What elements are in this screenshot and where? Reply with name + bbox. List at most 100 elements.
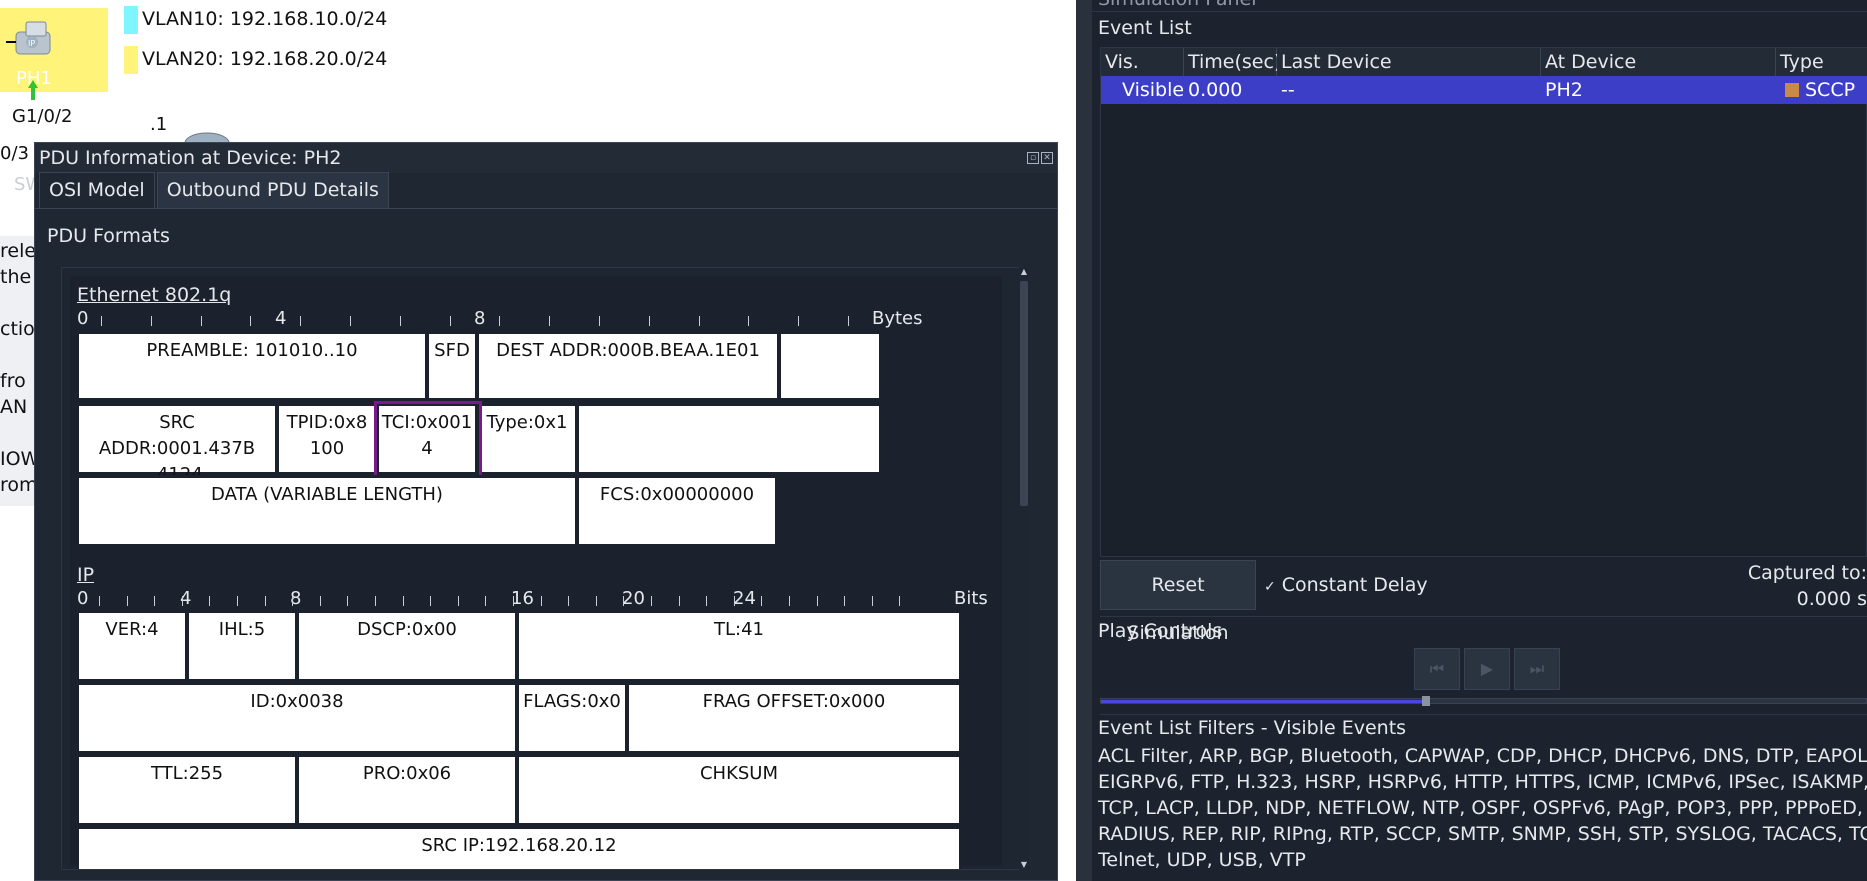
ruler-tick [899,596,901,606]
ruler-tick [748,316,750,326]
ethernet-ruler-mark: 8 [474,308,486,329]
ethernet-ruler-mark: 0 [77,308,89,329]
ruler-tick [126,596,128,606]
legend-vlan20: VLAN20: 192.168.20.0/24 [142,48,388,70]
event-at-device: PH2 [1545,79,1583,101]
ethernet-section-title: Ethernet 802.1q [77,284,232,306]
field-blank [576,403,882,475]
link-arrow-icon [28,80,38,100]
ip-ruler-mark: 16 [511,588,534,609]
field-pro: PRO:0x06 [296,754,518,826]
event-type: SCCP [1785,76,1855,104]
ip-section-title: IP [77,564,95,586]
field-type: Type:0x1 [476,403,578,475]
ruler-tick [706,596,708,606]
restore-icon[interactable]: ▫ [1027,152,1039,164]
field-fcs: FCS:0x00000000 [576,475,778,547]
ruler-tick [264,596,266,606]
port-label: G1/0/2 [12,106,73,127]
col-header-at-device[interactable]: At Device [1541,48,1776,76]
ruler-tick [648,316,650,326]
panel-splitter[interactable] [1076,0,1092,881]
filters-line: ACL Filter, ARP, BGP, Bluetooth, CAPWAP,… [1098,745,1867,767]
ip-suffix-label: .1 [150,114,168,135]
ethernet-ruler-mark: 4 [275,308,287,329]
ruler-tick [209,596,211,606]
ruler-tick [733,596,735,606]
ruler-tick [540,596,542,606]
ruler-tick [375,596,376,606]
separator [1100,616,1867,617]
forward-button[interactable]: ⏭ [1514,648,1560,690]
col-header-vis[interactable]: Vis. [1101,48,1184,76]
check-icon: ✓ [1264,579,1276,595]
pdu-information-window[interactable]: PDU Information at Device: PH2 ▫ ✕ OSI M… [34,142,1058,881]
pdu-window-title: PDU Information at Device: PH2 [39,147,342,169]
play-speed-thumb[interactable] [1422,696,1431,706]
simulation-panel-title: Simulation Panel [1098,0,1257,10]
tab-outbound-pdu-details[interactable]: Outbound PDU Details [156,172,389,208]
field-id: ID:0x0038 [76,682,518,754]
event-list-table[interactable]: Vis. Time(sec) Last Device At Device Typ… [1100,47,1867,557]
event-vis[interactable]: Visible [1122,76,1184,104]
col-header-time[interactable]: Time(sec) [1184,48,1281,76]
ruler-tick [319,596,321,606]
field-ihl: IHL:5 [186,610,298,682]
event-list-label: Event List [1098,17,1192,39]
ruler-tick [678,596,680,606]
field-tpid: TPID:0x8 100 [276,403,378,475]
field-src-ip: SRC IP:192.168.20.12 [76,826,962,869]
ruler-tick [499,316,501,326]
ruler-tick [549,316,551,326]
note-line: rele [0,240,37,262]
scroll-down-icon[interactable]: ▼ [1019,860,1029,870]
field-ttl: TTL:255 [76,754,298,826]
event-last-device: -- [1281,79,1295,101]
ruler-tick [154,596,156,606]
event-row[interactable]: Visible 0.000 -- PH2 SCCP [1101,76,1867,104]
col-header-last-device[interactable]: Last Device [1277,48,1541,76]
pdu-formats-scroll-area[interactable]: Ethernet 802.1q 0 4 8 Bytes PREAMBLE: 10… [61,267,1029,870]
field-src-addr: SRC ADDR:0001.437B .4124 [76,403,278,485]
tab-osi-model[interactable]: OSI Model [39,172,155,208]
play-button[interactable]: ▶ [1464,648,1510,690]
ruler-tick [651,596,652,606]
pdu-titlebar[interactable]: PDU Information at Device: PH2 ▫ ✕ [35,143,1057,173]
field-chksum: CHKSUM [516,754,962,826]
separator [1100,714,1867,715]
note-line: ctio [0,318,35,340]
ruler-tick [250,316,252,326]
ruler-tick [848,316,849,326]
ruler-tick [181,596,183,606]
legend-swatch-vlan10 [124,6,138,34]
pdu-tabs: OSI Model Outbound PDU Details [35,172,1057,209]
ip-phone-icon[interactable]: IP [6,18,60,66]
ruler-tick [347,596,349,606]
field-ver: VER:4 [76,610,188,682]
ruler-tick [568,596,570,606]
constant-delay-checkbox[interactable]: ✓ Constant Delay [1264,574,1428,596]
ruler-tick [350,316,351,326]
play-speed-slider[interactable] [1100,696,1867,706]
play-controls-label: Play Controls [1098,620,1223,642]
reset-simulation-button[interactable]: Reset Simulation [1100,560,1256,644]
scroll-up-icon[interactable]: ▲ [1019,267,1029,277]
ruler-tick [844,596,846,606]
note-line: the [0,266,32,288]
scroll-thumb[interactable] [1020,281,1028,506]
ruler-tick [457,596,459,606]
pdu-vertical-scrollbar[interactable]: ▲ ▼ [1019,267,1029,870]
ruler-tick [871,596,873,606]
ruler-tick [292,596,294,606]
field-data: DATA (VARIABLE LENGTH) [76,475,578,547]
ruler-tick [623,596,625,606]
close-icon[interactable]: ✕ [1041,152,1053,164]
legend-swatch-vlan20 [124,46,138,74]
panel-title-separator [1092,11,1867,12]
ruler-tick [399,316,401,326]
filters-line: RADIUS, REP, RIP, RIPng, RTP, SCCP, SMTP… [1098,823,1867,845]
back-button[interactable]: ⏮ [1414,648,1460,690]
col-header-type[interactable]: Type [1776,48,1867,76]
event-time: 0.000 [1188,79,1243,101]
ip-ruler-unit: Bits [954,588,988,609]
